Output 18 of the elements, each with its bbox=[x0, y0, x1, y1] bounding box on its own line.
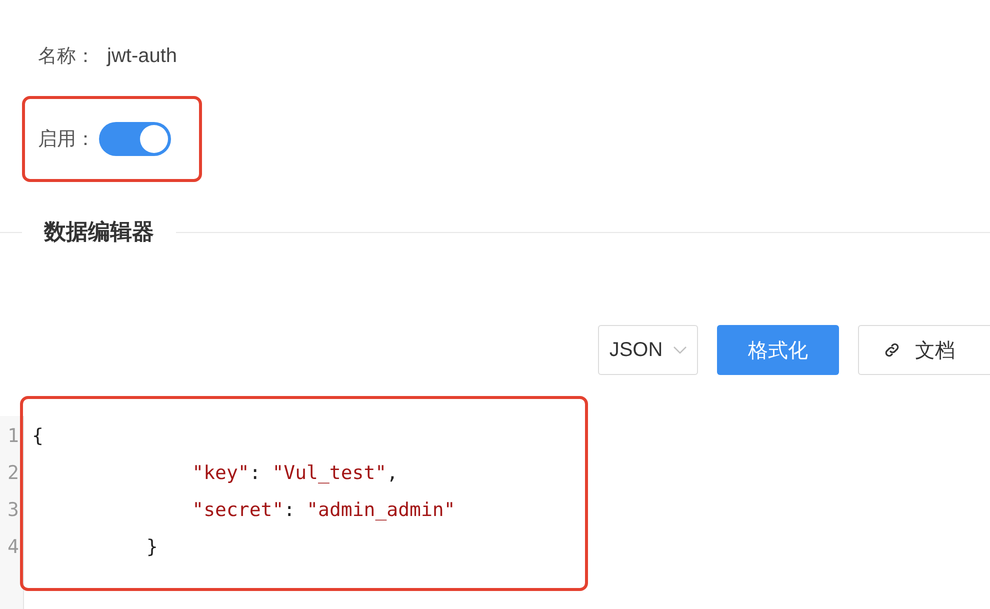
docs-button[interactable]: 文档 bbox=[858, 325, 990, 375]
toggle-knob bbox=[140, 125, 168, 153]
field-label: 启用： bbox=[38, 126, 95, 152]
toggle-switch[interactable] bbox=[99, 122, 171, 156]
code-line: } bbox=[145, 535, 158, 560]
link-icon bbox=[883, 341, 901, 359]
name-value: jwt-auth bbox=[107, 44, 178, 69]
code-line: { bbox=[32, 424, 44, 449]
line-number: 2 bbox=[6, 461, 20, 486]
code-line: "secret": "admin_admin" bbox=[191, 498, 456, 523]
section-title: 数据编辑器 bbox=[42, 218, 155, 246]
line-number: 4 bbox=[6, 535, 20, 560]
line-number: 1 bbox=[6, 424, 20, 449]
format-select[interactable]: JSON bbox=[598, 325, 698, 375]
code-line: "key": "Vul_test", bbox=[191, 461, 398, 486]
field-label: 名称： bbox=[38, 44, 95, 69]
line-number: 3 bbox=[6, 498, 20, 523]
chevron-down-icon bbox=[672, 346, 687, 354]
